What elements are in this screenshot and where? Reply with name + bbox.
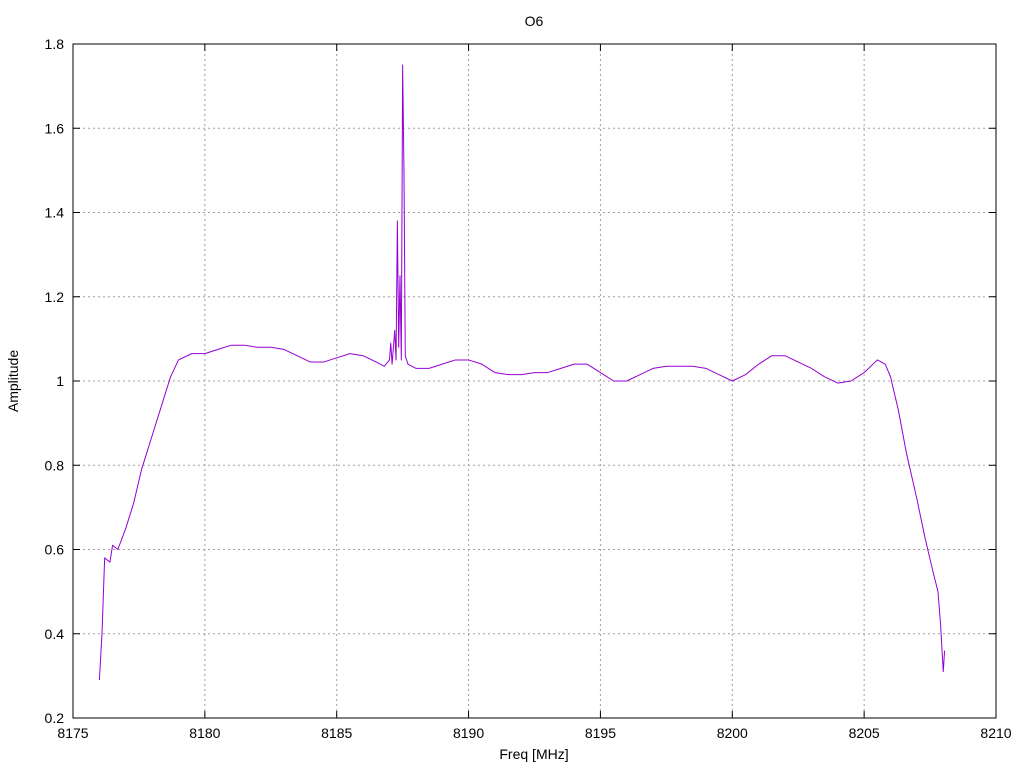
x-tick-label: 8190 (453, 725, 484, 741)
series-layer (98, 64, 946, 681)
series-line (98, 64, 946, 681)
y-tick-label: 0.8 (45, 457, 65, 473)
x-tick-labels: 8175 8180 8185 8190 8195 8200 8205 8210 (57, 725, 1011, 741)
line-chart: O6 8175 8180 8185 8190 8195 8200 8205 8210 0.20… (5, 13, 1012, 762)
chart-title: O6 (525, 13, 544, 29)
x-axis-label: Freq [MHz] (499, 746, 568, 762)
y-tick-label: 1.4 (45, 205, 65, 221)
x-tick-label: 8205 (849, 725, 880, 741)
y-tick-label: 0.4 (45, 626, 65, 642)
x-tick-label: 8180 (189, 725, 220, 741)
y-tick-label: 1.2 (45, 289, 65, 305)
y-tick-labels: 0.2 0.4 0.6 0.8 1 1.2 1.4 1.6 1.8 (45, 36, 65, 726)
y-tick-label: 0.2 (45, 710, 65, 726)
y-tick-label: 1.6 (45, 120, 65, 136)
y-tick-label: 1.8 (45, 36, 65, 52)
x-tick-label: 8195 (585, 725, 616, 741)
x-tick-label: 8200 (717, 725, 748, 741)
x-tick-label: 8185 (321, 725, 352, 741)
y-axis-label: Amplitude (5, 350, 21, 412)
x-tick-label: 8175 (57, 725, 88, 741)
x-tick-label: 8210 (980, 725, 1011, 741)
y-tick-label: 1 (56, 373, 64, 389)
grid-lines (73, 44, 996, 718)
y-tick-label: 0.6 (45, 542, 65, 558)
